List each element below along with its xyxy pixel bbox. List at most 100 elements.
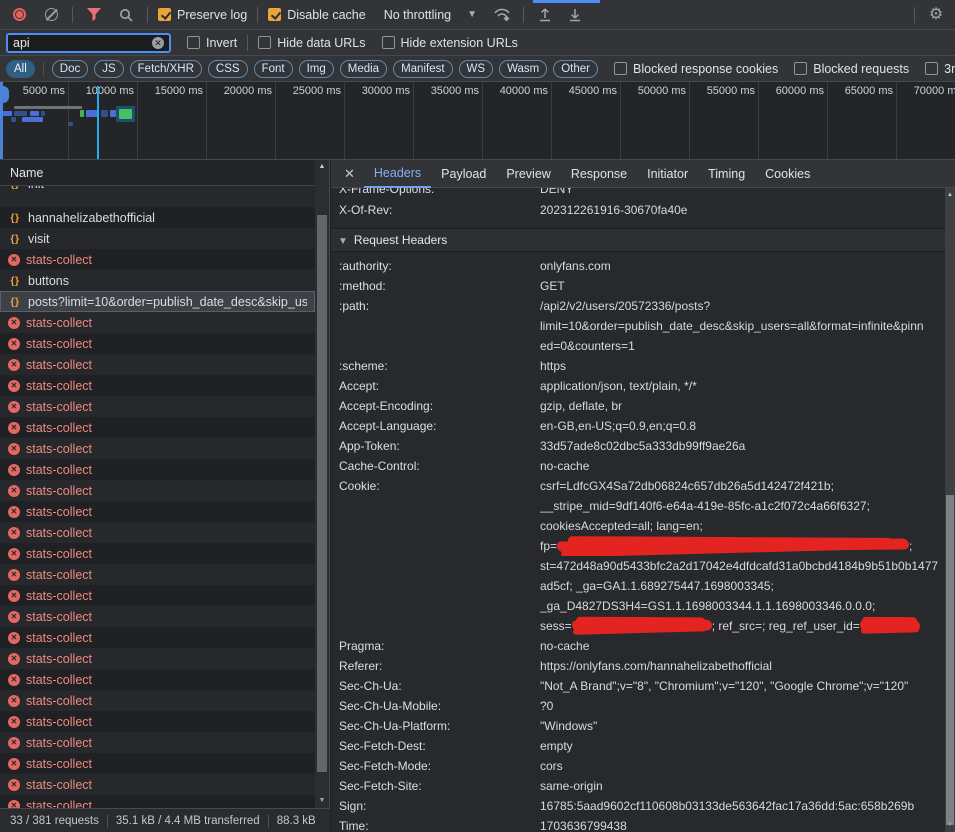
request-row[interactable]: ✕ stats-collect [0, 501, 315, 522]
request-name: visit [28, 232, 50, 246]
request-row[interactable]: ✕ stats-collect [0, 417, 315, 438]
tab-response[interactable]: Response [561, 160, 637, 188]
file-type-icon: ✕ [8, 716, 20, 728]
scroll-up-icon[interactable]: ▲ [945, 190, 955, 200]
filter-pill-wasm[interactable]: Wasm [499, 60, 547, 78]
request-row[interactable]: ✕ stats-collect [0, 606, 315, 627]
request-row[interactable]: ✕ stats-collect [0, 774, 315, 795]
export-har-icon[interactable] [564, 4, 586, 26]
blocked-response-cookies-checkbox[interactable] [614, 62, 627, 75]
tab-cookies[interactable]: Cookies [755, 160, 820, 188]
file-type-icon: {} [8, 212, 22, 224]
request-headers-section-header[interactable]: ▼Request Headers [331, 228, 945, 252]
scroll-down-icon[interactable]: ▼ [945, 820, 955, 830]
request-row[interactable]: ✕ stats-collect [0, 543, 315, 564]
timeline-overview[interactable]: 5000 ms10000 ms15000 ms20000 ms25000 ms3… [0, 82, 955, 160]
request-row[interactable]: ✕ stats-collect [0, 585, 315, 606]
tab-payload[interactable]: Payload [431, 160, 496, 188]
tab-headers[interactable]: Headers [364, 160, 431, 188]
filter-pill-manifest[interactable]: Manifest [393, 60, 452, 78]
chevron-down-icon[interactable]: ▼ [467, 9, 477, 20]
filter-icon[interactable] [83, 4, 105, 26]
invert-checkbox[interactable] [187, 36, 200, 49]
filter-pill-img[interactable]: Img [299, 60, 334, 78]
request-name: stats-collect [26, 379, 92, 393]
request-row[interactable]: ✕ stats-collect [0, 249, 315, 270]
blocked-requests-checkbox[interactable] [794, 62, 807, 75]
tab-preview[interactable]: Preview [496, 160, 560, 188]
invert-label: Invert [206, 36, 237, 50]
hide-data-urls-checkbox[interactable] [258, 36, 271, 49]
request-row[interactable]: {} posts?limit=10&order=publish_date_des… [0, 291, 315, 312]
name-column-header[interactable]: Name [0, 160, 329, 186]
clear-filter-icon[interactable]: ✕ [152, 37, 164, 49]
request-row[interactable]: ✕ stats-collect [0, 753, 315, 774]
request-row[interactable]: ✕ stats-collect [0, 648, 315, 669]
filter-input[interactable]: api ✕ [6, 33, 171, 53]
tab-initiator[interactable]: Initiator [637, 160, 698, 188]
request-name: stats-collect [26, 421, 92, 435]
request-row[interactable]: ✕ stats-collect [0, 711, 315, 732]
settings-gear-icon[interactable]: ⚙ [925, 4, 947, 26]
clear-button[interactable] [40, 4, 62, 26]
filter-pill-doc[interactable]: Doc [52, 60, 88, 78]
request-name: stats-collect [26, 400, 92, 414]
filter-pill-media[interactable]: Media [340, 60, 387, 78]
request-row[interactable]: ✕ stats-collect [0, 375, 315, 396]
request-row[interactable]: ✕ stats-collect [0, 459, 315, 480]
request-row[interactable]: ✕ stats-collect [0, 564, 315, 585]
header-name: Accept-Encoding: [339, 396, 540, 416]
request-row[interactable]: {} hannahelizabethofficial [0, 207, 315, 228]
scroll-down-icon[interactable]: ▼ [315, 796, 329, 806]
request-row[interactable]: {} init [0, 186, 315, 207]
scroll-up-icon[interactable]: ▲ [315, 162, 329, 172]
header-name: :authority: [339, 256, 540, 276]
preserve-log-checkbox[interactable] [158, 8, 171, 21]
filter-pill-fetch-xhr[interactable]: Fetch/XHR [130, 60, 202, 78]
filter-pill-font[interactable]: Font [254, 60, 293, 78]
request-row[interactable]: ✕ stats-collect [0, 396, 315, 417]
filter-pill-ws[interactable]: WS [459, 60, 494, 78]
network-conditions-icon[interactable] [491, 4, 513, 26]
file-type-icon: {} [8, 186, 22, 190]
request-row[interactable]: ✕ stats-collect [0, 354, 315, 375]
filter-pill-css[interactable]: CSS [208, 60, 248, 78]
filter-pill-js[interactable]: JS [94, 60, 123, 78]
request-row[interactable]: ✕ stats-collect [0, 312, 315, 333]
request-row[interactable]: ✕ stats-collect [0, 669, 315, 690]
filter-bar: api ✕ Invert Hide data URLs Hide extensi… [0, 30, 955, 56]
request-row[interactable]: ✕ stats-collect [0, 732, 315, 753]
header-value: "Not_A Brand";v="8", "Chromium";v="120",… [540, 676, 945, 696]
tab-timing[interactable]: Timing [698, 160, 755, 188]
request-list-scrollbar[interactable]: ▲ ▼ [315, 160, 329, 808]
file-type-icon: ✕ [8, 590, 20, 602]
header-name [339, 576, 540, 596]
close-icon[interactable]: ✕ [335, 166, 364, 182]
request-row[interactable]: {} buttons [0, 270, 315, 291]
file-type-icon: ✕ [8, 464, 20, 476]
blocked-requests-label: Blocked requests [813, 62, 909, 76]
disable-cache-checkbox[interactable] [268, 8, 281, 21]
hide-extension-urls-checkbox[interactable] [382, 36, 395, 49]
request-row[interactable]: ✕ stats-collect [0, 627, 315, 648]
throttling-select[interactable]: No throttling [384, 8, 451, 22]
request-row[interactable]: ✕ stats-collect [0, 438, 315, 459]
details-scrollbar[interactable]: ▲ ▼ [945, 188, 955, 832]
request-row[interactable]: {} visit [0, 228, 315, 249]
header-value: DENY [540, 188, 945, 199]
filter-pill-all[interactable]: All [6, 60, 35, 78]
request-row[interactable]: ✕ stats-collect [0, 333, 315, 354]
overview-brush-handle[interactable] [0, 86, 9, 103]
record-button[interactable] [8, 4, 30, 26]
request-row[interactable]: ✕ stats-collect [0, 795, 315, 808]
search-icon[interactable] [115, 4, 137, 26]
request-row[interactable]: ✕ stats-collect [0, 690, 315, 711]
filter-pill-other[interactable]: Other [553, 60, 598, 78]
import-har-icon[interactable] [534, 4, 556, 26]
request-row[interactable]: ✕ stats-collect [0, 522, 315, 543]
request-name: stats-collect [26, 526, 92, 540]
request-row[interactable]: ✕ stats-collect [0, 480, 315, 501]
scrollbar-thumb[interactable] [946, 495, 954, 825]
scrollbar-thumb[interactable] [317, 215, 327, 772]
third-party-requests-checkbox[interactable] [925, 62, 938, 75]
